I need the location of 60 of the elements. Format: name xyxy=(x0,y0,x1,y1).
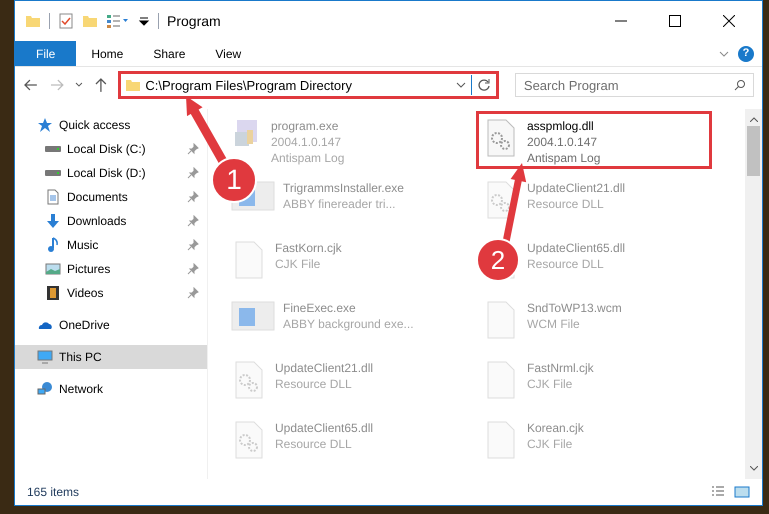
item-count: 165 items xyxy=(27,484,80,501)
file-detail: 2004.1.0.147 xyxy=(527,134,598,150)
nav-label[interactable]: Music xyxy=(67,236,98,254)
pin-icon[interactable] xyxy=(187,191,199,203)
file-detail: CJK File xyxy=(275,256,322,272)
customize-caret-icon[interactable] xyxy=(138,15,150,27)
nav-label[interactable]: Videos xyxy=(67,284,104,302)
window-title: Program xyxy=(167,12,221,31)
pin-icon[interactable] xyxy=(187,167,199,179)
file-detail: Resource DLL xyxy=(275,436,353,452)
ribbon-tab[interactable]: Share xyxy=(138,41,200,66)
file-detail: 2004.1.0.147 xyxy=(271,134,342,150)
search-icon[interactable] xyxy=(734,79,746,91)
nav-item[interactable]: This PC xyxy=(15,345,207,369)
search-field[interactable]: Search Program xyxy=(514,73,754,97)
file-detail: Resource DLL xyxy=(275,376,353,392)
folder-icon xyxy=(125,77,142,93)
ribbon-tab[interactable]: File xyxy=(15,41,76,66)
address-path: C:\Program Files\Program Directory xyxy=(145,78,352,92)
pin-icon[interactable] xyxy=(187,263,199,275)
file-detail: ABBY finereader tri... xyxy=(283,196,396,212)
nav-label[interactable]: Local Disk (C:) xyxy=(67,140,146,158)
pin-icon[interactable] xyxy=(187,215,199,227)
nav-label[interactable]: Pictures xyxy=(67,260,110,278)
nav-label[interactable]: Local Disk (D:) xyxy=(67,164,146,182)
properties-icon[interactable] xyxy=(58,13,74,29)
refresh-icon[interactable] xyxy=(476,77,492,93)
maximize-icon[interactable] xyxy=(669,15,681,27)
nav-label[interactable]: Network xyxy=(59,380,104,398)
pin-icon[interactable] xyxy=(187,287,199,299)
file-detail: ABBY background exe... xyxy=(283,316,414,332)
address-bar[interactable]: C:\Program Files\Program Directory xyxy=(118,71,499,99)
nav-label[interactable]: OneDrive xyxy=(59,316,110,334)
up-arrow-icon[interactable] xyxy=(92,77,108,93)
large-icons-view-icon[interactable] xyxy=(734,484,750,500)
nav-label[interactable]: Downloads xyxy=(67,212,126,230)
scrollbar[interactable] xyxy=(745,109,762,479)
back-arrow-icon[interactable] xyxy=(23,77,39,93)
file-name[interactable]: asspmlog.dll xyxy=(527,118,600,134)
help-button[interactable]: ? xyxy=(738,46,754,62)
file-detail: Resource DLL xyxy=(527,196,605,212)
minimize-icon[interactable] xyxy=(615,20,627,22)
nav-label[interactable]: Quick access xyxy=(59,116,130,134)
ribbon-tab[interactable]: Home xyxy=(76,41,138,66)
file-detail: CJK File xyxy=(527,436,574,452)
scroll-down-icon[interactable] xyxy=(750,466,758,471)
ribbon-tab[interactable]: View xyxy=(200,41,256,66)
close-icon[interactable] xyxy=(723,15,735,27)
scrollbar-thumb[interactable] xyxy=(747,126,760,176)
pin-icon[interactable] xyxy=(187,239,199,251)
file-detail: Antispam Log xyxy=(527,150,600,166)
pin-icon[interactable] xyxy=(187,143,199,155)
recent-caret-icon[interactable] xyxy=(74,81,83,89)
nav-label[interactable]: Documents xyxy=(67,188,128,206)
file-detail: WCM File xyxy=(527,316,581,332)
view-options-icon[interactable] xyxy=(106,13,130,29)
file-detail: Resource DLL xyxy=(527,256,605,272)
file-detail: CJK File xyxy=(527,376,574,392)
file-detail: Antispam Log xyxy=(271,150,344,166)
scroll-up-icon[interactable] xyxy=(750,117,758,122)
